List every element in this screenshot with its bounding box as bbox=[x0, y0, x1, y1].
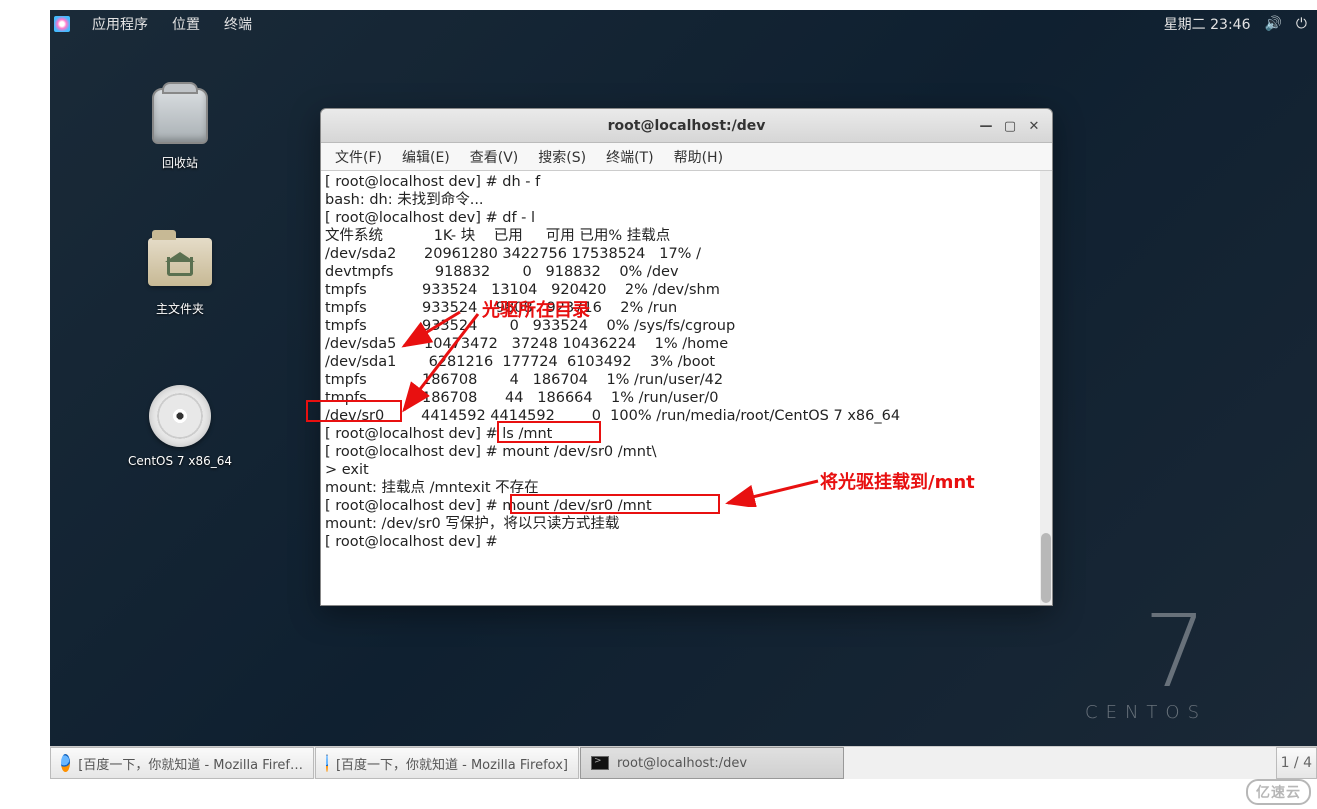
menu-applications[interactable]: 应用程序 bbox=[80, 10, 160, 38]
power-icon[interactable]: ⏻ bbox=[1296, 16, 1307, 32]
taskbar-label-1: [百度一下，你就知道 - Mozilla Firef… bbox=[78, 754, 303, 773]
taskbar-item-terminal[interactable]: root@localhost:/dev bbox=[580, 747, 844, 779]
taskbar-item-firefox-1[interactable]: [百度一下，你就知道 - Mozilla Firef… bbox=[50, 747, 314, 779]
scrollbar-thumb[interactable] bbox=[1041, 533, 1051, 603]
desktop-icon-trash[interactable]: 回收站 bbox=[120, 86, 240, 171]
trash-icon bbox=[152, 88, 208, 144]
menu-edit[interactable]: 编辑(E) bbox=[392, 147, 460, 167]
home-folder-label: 主文件夹 bbox=[120, 300, 240, 317]
top-menus: 应用程序 位置 终端 bbox=[80, 10, 264, 38]
disc-label: CentOS 7 x86_64 bbox=[120, 454, 240, 468]
menu-help[interactable]: 帮助(H) bbox=[664, 147, 733, 167]
sound-icon[interactable]: 🔊 bbox=[1264, 16, 1281, 32]
menu-places[interactable]: 位置 bbox=[160, 10, 212, 38]
firefox-icon bbox=[326, 754, 328, 772]
bottom-taskbar: [百度一下，你就知道 - Mozilla Firef… [百度一下，你就知道 -… bbox=[50, 746, 1317, 779]
terminal-scrollbar[interactable] bbox=[1040, 171, 1052, 605]
system-menu-icon[interactable] bbox=[54, 16, 70, 32]
window-controls: — ▢ ✕ bbox=[974, 115, 1046, 137]
watermark-text: 亿速云 bbox=[1246, 779, 1311, 805]
taskbar-label-3: root@localhost:/dev bbox=[617, 756, 747, 771]
window-minimize-button[interactable]: — bbox=[974, 115, 998, 137]
disc-icon bbox=[149, 385, 211, 447]
window-maximize-button[interactable]: ▢ bbox=[998, 115, 1022, 137]
menu-file[interactable]: 文件(F) bbox=[325, 147, 392, 167]
menu-view[interactable]: 查看(V) bbox=[460, 147, 529, 167]
firefox-icon bbox=[61, 754, 70, 772]
centos-seven: 7 bbox=[1085, 602, 1207, 702]
window-titlebar[interactable]: root@localhost:/dev — ▢ ✕ bbox=[321, 109, 1052, 143]
menu-terminal[interactable]: 终端(T) bbox=[596, 147, 663, 167]
trash-label: 回收站 bbox=[120, 154, 240, 171]
desktop-icon-disc[interactable]: CentOS 7 x86_64 bbox=[120, 386, 240, 468]
menu-terminal[interactable]: 终端 bbox=[212, 10, 264, 38]
clock-label[interactable]: 星期二 23:46 bbox=[1164, 14, 1251, 34]
image-watermark: 亿速云 bbox=[1246, 779, 1311, 805]
window-title: root@localhost:/dev bbox=[608, 118, 766, 134]
terminal-icon bbox=[591, 756, 609, 770]
top-panel: 应用程序 位置 终端 星期二 23:46 🔊 ⏻ bbox=[50, 10, 1317, 38]
terminal-text: [ root@localhost dev] # dh - f bash: dh:… bbox=[325, 173, 1048, 551]
desktop-icon-home[interactable]: 主文件夹 bbox=[120, 232, 240, 317]
folder-home-icon bbox=[148, 238, 212, 286]
terminal-window: root@localhost:/dev — ▢ ✕ 文件(F) 编辑(E) 查看… bbox=[320, 108, 1053, 606]
screen-left-edge bbox=[48, 10, 50, 747]
top-panel-right: 星期二 23:46 🔊 ⏻ bbox=[1164, 14, 1307, 34]
centos-word: CENTOS bbox=[1085, 702, 1207, 723]
workspace-pager[interactable]: 1 / 4 bbox=[1276, 747, 1317, 779]
window-close-button[interactable]: ✕ bbox=[1022, 115, 1046, 137]
terminal-output[interactable]: [ root@localhost dev] # dh - f bash: dh:… bbox=[321, 171, 1052, 605]
menu-search[interactable]: 搜索(S) bbox=[528, 147, 596, 167]
centos-watermark: 7 CENTOS bbox=[1085, 602, 1207, 723]
taskbar-item-firefox-2[interactable]: [百度一下，你就知道 - Mozilla Firefox] bbox=[315, 747, 579, 779]
taskbar-label-2: [百度一下，你就知道 - Mozilla Firefox] bbox=[336, 754, 568, 773]
terminal-menubar: 文件(F) 编辑(E) 查看(V) 搜索(S) 终端(T) 帮助(H) bbox=[321, 143, 1052, 171]
